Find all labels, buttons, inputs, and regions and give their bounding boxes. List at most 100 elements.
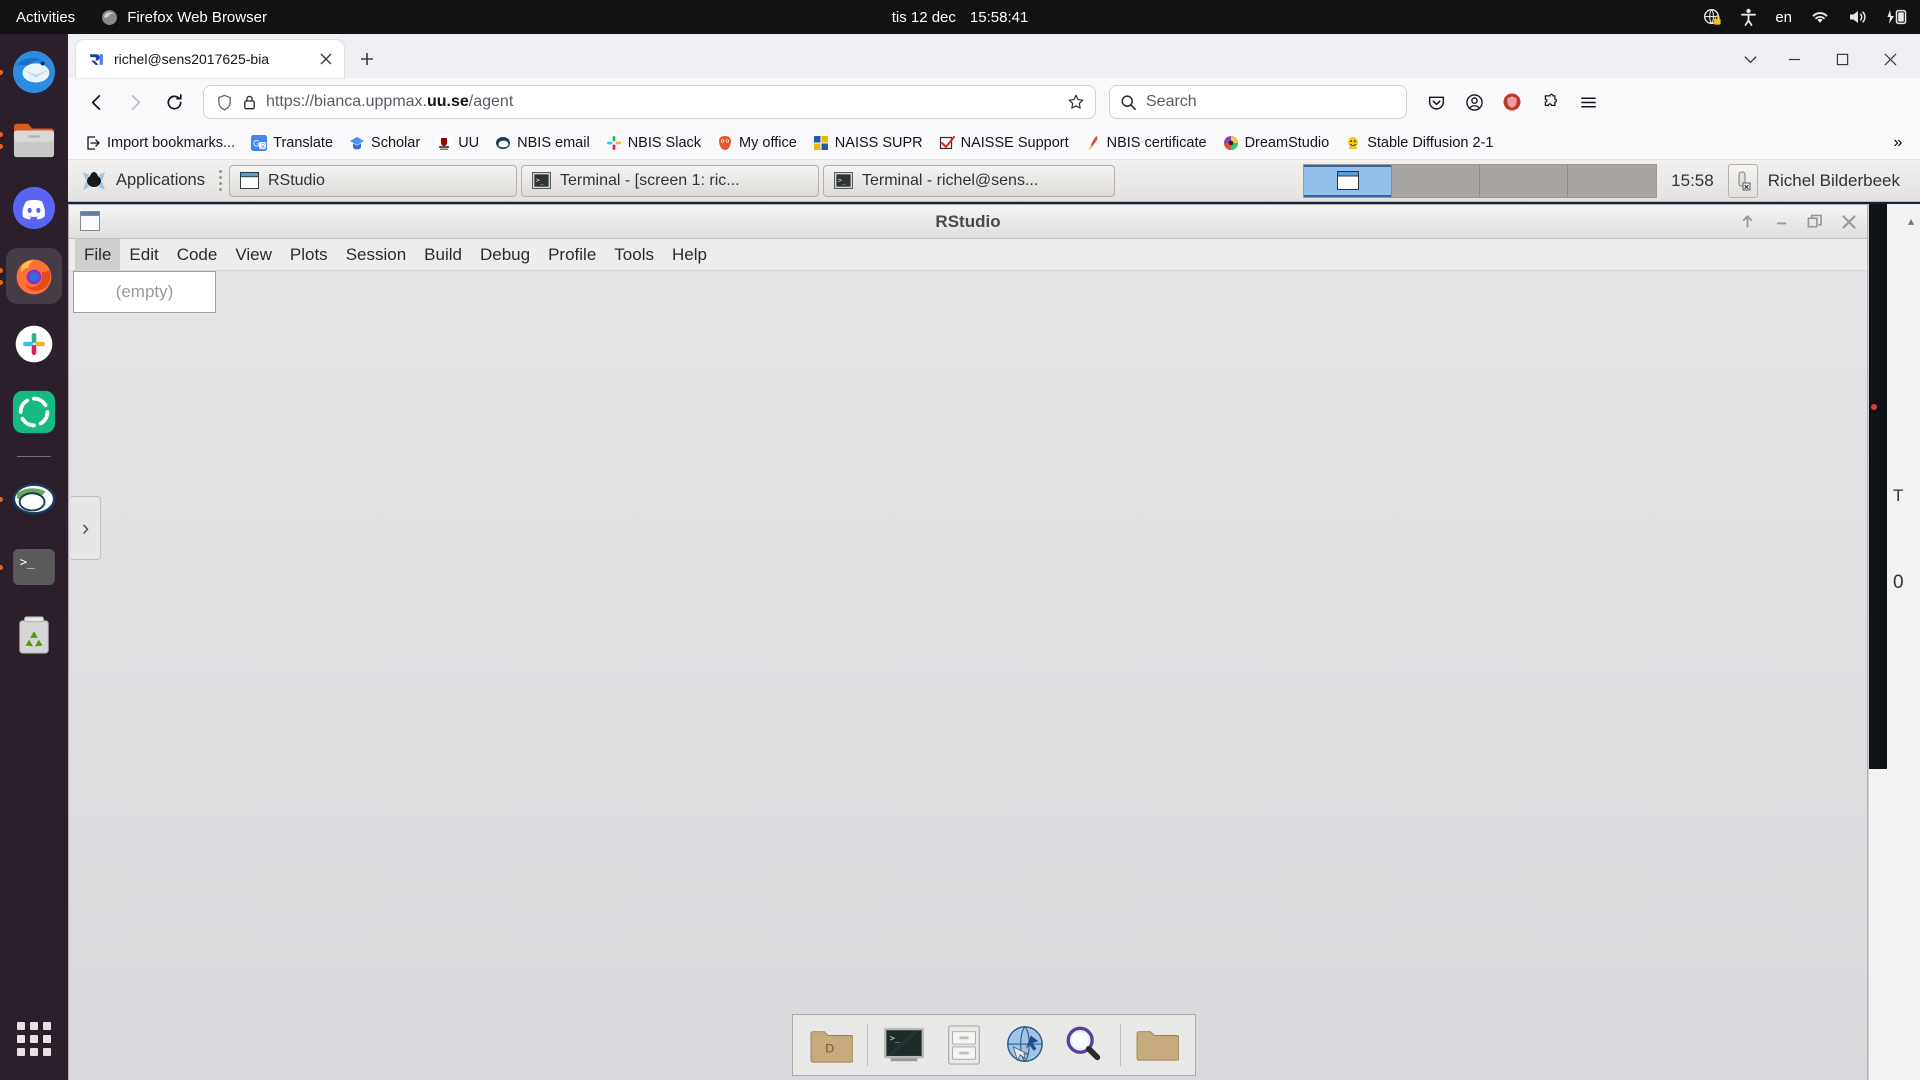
app-menu-button[interactable] xyxy=(1570,85,1606,119)
forward-button[interactable] xyxy=(117,85,153,119)
workspace-3[interactable] xyxy=(1480,164,1569,197)
dock-folder[interactable] xyxy=(1129,1019,1185,1071)
menu-debug[interactable]: Debug xyxy=(471,239,539,270)
search-icon xyxy=(1121,94,1136,110)
lock-icon[interactable] xyxy=(242,94,257,111)
terminal-edge xyxy=(1869,204,1887,769)
running-indicator-dot xyxy=(0,70,3,75)
browser-tab[interactable]: richel@sens2017625-bia xyxy=(76,40,344,78)
bookmark-nbis-certificate[interactable]: NBIS certificate xyxy=(1078,132,1214,154)
shield-icon[interactable] xyxy=(216,94,233,111)
dock-item-slack[interactable] xyxy=(6,316,62,372)
bookmark-nbis-email[interactable]: NBIS email xyxy=(488,132,597,154)
dock-item-thunderbird[interactable] xyxy=(0,44,62,100)
menu-view[interactable]: View xyxy=(226,239,281,270)
bookmark-translate[interactable]: G 文 Translate xyxy=(244,132,340,154)
search-placeholder: Search xyxy=(1146,93,1197,110)
extension-ublock-icon[interactable] xyxy=(1494,85,1530,119)
logout-button[interactable] xyxy=(1727,163,1758,198)
show-applications-button[interactable] xyxy=(17,1022,51,1056)
dock-item-zotero[interactable] xyxy=(0,471,62,527)
menu-profile[interactable]: Profile xyxy=(539,239,605,270)
bookmark-naisse-support[interactable]: NAISSE Support xyxy=(932,132,1076,154)
window-close-button[interactable] xyxy=(1868,42,1912,76)
dock-item-discord[interactable] xyxy=(6,180,62,236)
shade-icon[interactable] xyxy=(1737,212,1757,232)
close-icon[interactable] xyxy=(316,49,336,69)
zotero-icon xyxy=(12,483,56,515)
bookmark-uu[interactable]: UU xyxy=(429,132,486,154)
menu-edit[interactable]: Edit xyxy=(120,239,167,270)
bookmark-label: Stable Diffusion 2-1 xyxy=(1367,134,1494,151)
menu-code[interactable]: Code xyxy=(168,239,227,270)
search-bar[interactable]: Search xyxy=(1109,85,1407,119)
activities-button[interactable]: Activities xyxy=(0,9,89,26)
menu-file[interactable]: File xyxy=(75,239,121,270)
top-bar-app-menu[interactable]: Firefox Web Browser xyxy=(89,9,279,26)
panel-drag-handle[interactable] xyxy=(218,168,224,194)
bookmark-star-icon[interactable] xyxy=(1067,93,1085,111)
panel-user-name[interactable]: Richel Bilderbeek xyxy=(1768,171,1914,191)
keyboard-language-indicator[interactable]: en xyxy=(1775,9,1792,26)
dock-item-terminal[interactable]: >_ xyxy=(0,539,62,595)
pocket-icon[interactable] xyxy=(1418,85,1454,119)
workspace-2[interactable] xyxy=(1392,164,1481,197)
dock-item-trash[interactable] xyxy=(6,607,62,663)
window-controls-area xyxy=(1732,42,1912,76)
close-icon[interactable] xyxy=(1839,212,1859,232)
taskbar-item-rstudio[interactable]: RStudio xyxy=(228,164,517,197)
tab-strip: richel@sens2017625-bia xyxy=(68,34,1920,78)
taskbar-item-terminal-screen[interactable]: >_ Terminal - [screen 1: ric... xyxy=(520,164,819,197)
applications-menu-button[interactable]: Applications xyxy=(74,164,213,198)
window-maximize-button[interactable] xyxy=(1820,42,1864,76)
bookmark-import-bookmarks[interactable]: Import bookmarks... xyxy=(78,132,242,154)
top-bar-clock[interactable]: tis 12 dec 15:58:41 xyxy=(892,9,1029,26)
list-all-tabs-icon[interactable] xyxy=(1732,42,1768,76)
minimize-icon[interactable] xyxy=(1771,212,1791,232)
gnome-top-bar: Activities Firefox Web Browser tis 12 de… xyxy=(0,0,1920,34)
sidebar-expand-button[interactable]: › xyxy=(71,496,101,560)
remote-desktop-canvas[interactable]: Applications RStudio >_ Terminal - [scre xyxy=(68,160,1920,1080)
dock-home-folder[interactable]: D xyxy=(803,1019,859,1071)
reload-button[interactable] xyxy=(156,85,192,119)
svg-text:文: 文 xyxy=(260,142,266,150)
account-icon[interactable] xyxy=(1456,85,1492,119)
background-window-strip[interactable]: ▴ T 0 ▾ xyxy=(1868,204,1920,1080)
dock-item-files[interactable] xyxy=(0,112,62,168)
dock-terminal[interactable]: >_ xyxy=(876,1019,932,1071)
bookmark-scholar[interactable]: Scholar xyxy=(342,132,427,154)
file-menu-dropdown[interactable]: (empty) xyxy=(73,271,216,313)
taskbar-item-terminal-richel[interactable]: >_ Terminal - richel@sens... xyxy=(822,164,1115,197)
panel-clock[interactable]: 15:58 xyxy=(1657,171,1728,191)
workspace-4[interactable] xyxy=(1568,164,1657,197)
dock-search[interactable] xyxy=(1056,1019,1112,1071)
bookmark-naiss-supr[interactable]: NAISS SUPR xyxy=(806,132,930,154)
rstudio-title-bar[interactable]: RStudio xyxy=(69,205,1867,239)
rstudio-window-title: RStudio xyxy=(935,211,1001,231)
workspace-1[interactable] xyxy=(1304,164,1393,197)
menu-build[interactable]: Build xyxy=(415,239,471,270)
menu-help[interactable]: Help xyxy=(663,239,716,270)
new-tab-button[interactable] xyxy=(350,42,384,76)
folder-icon xyxy=(13,123,55,158)
menu-session[interactable]: Session xyxy=(337,239,415,270)
bookmark-nbis-slack[interactable]: NBIS Slack xyxy=(599,132,708,154)
workspace-switcher[interactable] xyxy=(1303,163,1658,198)
maximize-icon[interactable] xyxy=(1805,212,1825,232)
bookmark-dreamstudio[interactable]: DreamStudio xyxy=(1216,132,1337,154)
menu-plots[interactable]: Plots xyxy=(281,239,337,270)
dock-item-firefox[interactable] xyxy=(0,248,62,304)
back-button[interactable] xyxy=(78,85,114,119)
extensions-puzzle-icon[interactable] xyxy=(1532,85,1568,119)
address-bar[interactable]: https://bianca.uppmax.uu.se/agent xyxy=(203,85,1096,119)
bookmark-stable-diffusion[interactable]: Stable Diffusion 2-1 xyxy=(1338,132,1500,154)
dock-web-browser[interactable] xyxy=(996,1019,1052,1071)
bookmark-my-office[interactable]: My office xyxy=(710,132,804,154)
menu-tools[interactable]: Tools xyxy=(605,239,663,270)
dock-item-nextcloud[interactable] xyxy=(6,384,62,440)
caret-up-icon[interactable]: ▴ xyxy=(1908,214,1914,228)
window-minimize-button[interactable] xyxy=(1772,42,1816,76)
dock-file-manager[interactable] xyxy=(936,1019,992,1071)
bookmarks-overflow-button[interactable]: » xyxy=(1884,130,1912,156)
system-status-area[interactable]: en xyxy=(1703,0,1908,34)
